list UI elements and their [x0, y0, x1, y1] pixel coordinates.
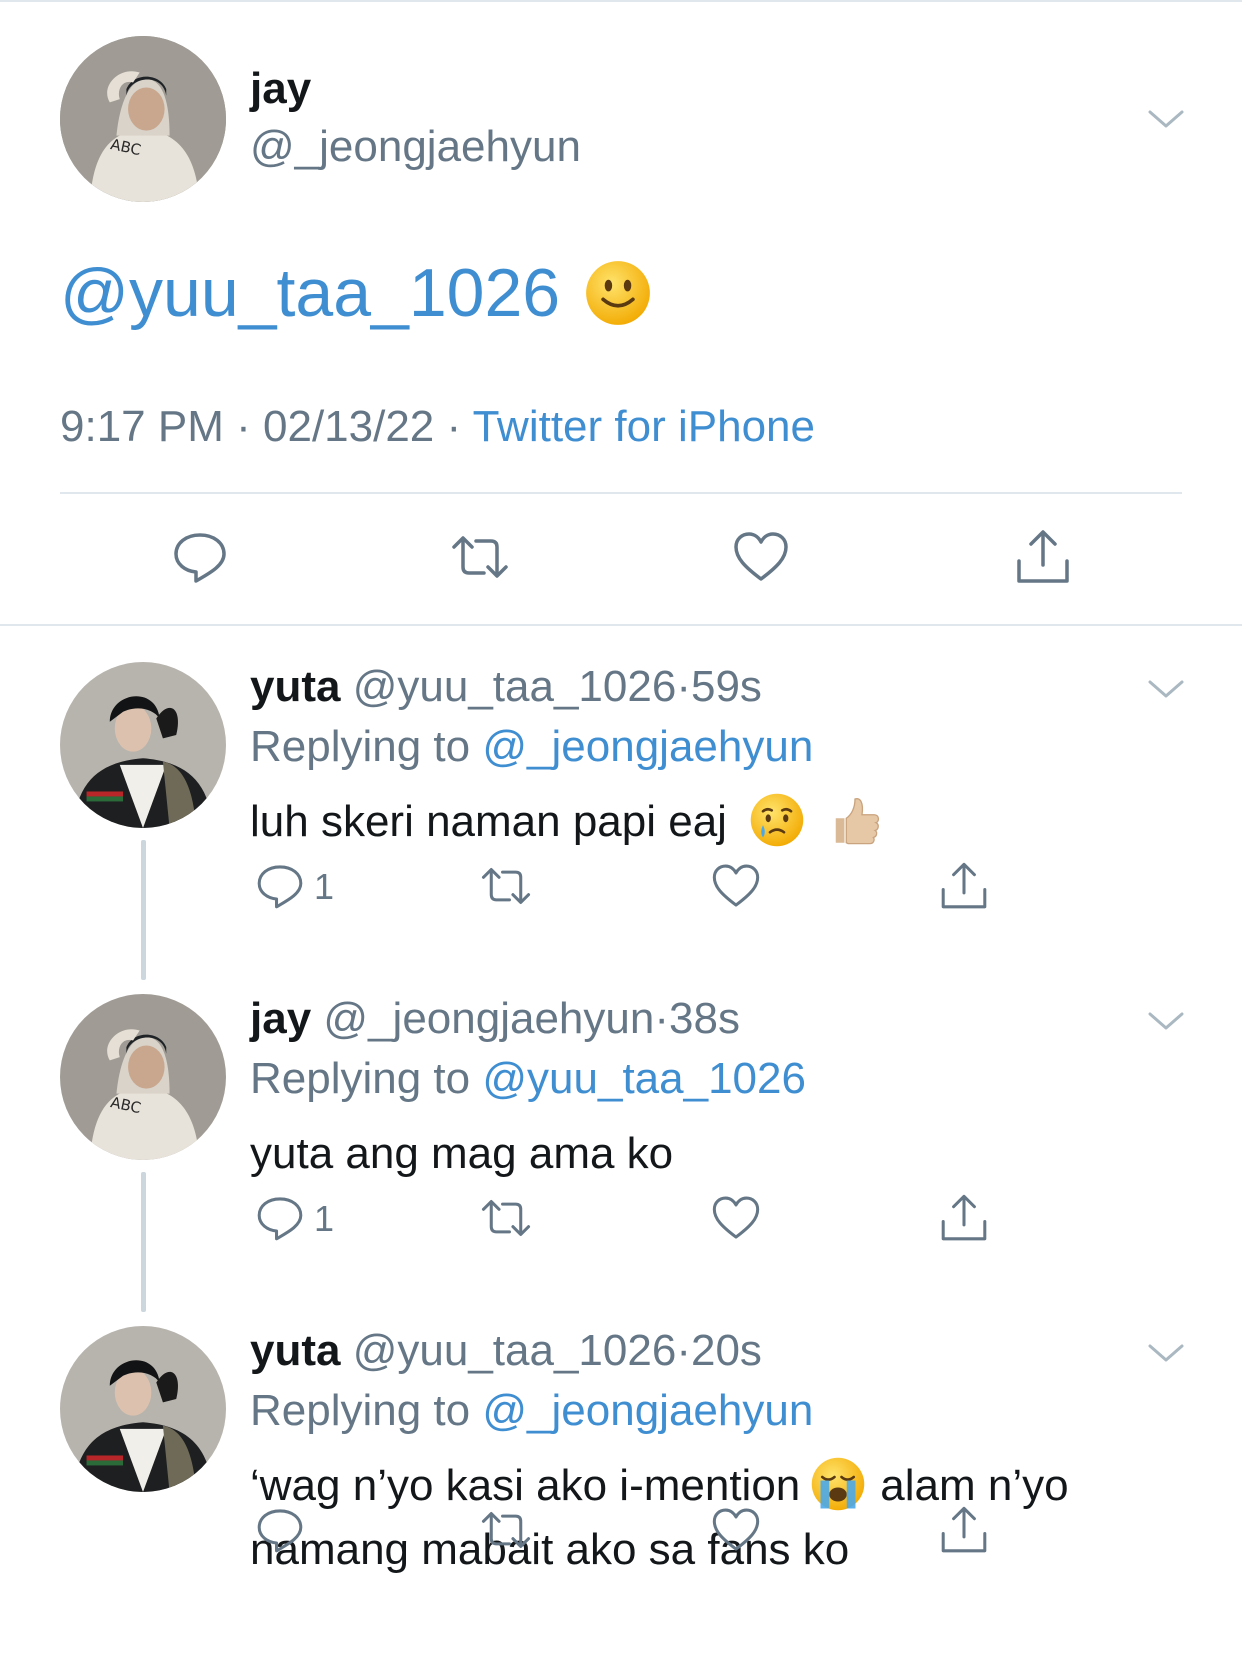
reply-icon[interactable]	[170, 527, 230, 587]
avatar-yuta[interactable]	[60, 1326, 226, 1492]
replying-to-line: Replying to @_jeongjaehyun	[250, 722, 813, 772]
reply-tweet[interactable]: yuta @yuu_taa_1026·20s Replying to @_jeo…	[0, 1326, 1242, 1666]
main-tweet: ABC jay @_jeongjaehyun @yuu_taa_1026 9:1…	[0, 0, 1242, 627]
replying-to-link[interactable]: @yuu_taa_1026	[482, 1054, 806, 1103]
reply-author-name[interactable]: yuta	[250, 662, 340, 711]
reply-action-bar	[0, 1504, 1242, 1560]
author-name[interactable]: jay	[250, 64, 311, 114]
reply-header: yuta @yuu_taa_1026·20s	[250, 1326, 762, 1376]
reply-author-name[interactable]: yuta	[250, 1326, 340, 1375]
reply-age: 59s	[690, 662, 762, 711]
replying-to-line: Replying to @yuu_taa_1026	[250, 1054, 806, 1104]
retweet-icon[interactable]	[480, 860, 532, 912]
retweet-icon[interactable]	[480, 1192, 532, 1244]
meta-separator: ·	[446, 402, 462, 451]
author-handle[interactable]: @_jeongjaehyun	[250, 122, 581, 172]
thumbs-up-icon	[827, 792, 883, 848]
reply-author-handle[interactable]: @yuu_taa_1026	[353, 1326, 677, 1375]
retweet-icon[interactable]	[450, 527, 510, 587]
avatar-jay[interactable]: ABC	[60, 994, 226, 1160]
share-icon[interactable]	[1013, 527, 1073, 587]
reply-text-body: luh skeri naman papi eaj	[250, 797, 727, 846]
reply-text: yuta ang mag ama ko	[250, 1122, 1200, 1186]
like-heart-icon[interactable]	[731, 527, 791, 587]
tweet-source-link[interactable]: Twitter for iPhone	[473, 402, 815, 451]
tweet-text: @yuu_taa_1026	[60, 254, 652, 332]
crying-face-icon	[749, 792, 805, 848]
replying-to-link[interactable]: @_jeongjaehyun	[482, 722, 813, 771]
meta-separator: ·	[676, 662, 691, 711]
replying-to-line: Replying to @_jeongjaehyun	[250, 1386, 813, 1436]
slightly-smiling-face-icon	[584, 259, 652, 327]
meta-separator: ·	[236, 402, 251, 451]
tweet-date: 02/13/22	[263, 402, 435, 451]
retweet-icon[interactable]	[480, 1504, 532, 1556]
chevron-down-icon[interactable]	[1146, 1006, 1186, 1036]
reply-header: jay @_jeongjaehyun·38s	[250, 994, 740, 1044]
like-heart-icon[interactable]	[710, 860, 762, 912]
divider	[60, 492, 1182, 494]
like-heart-icon[interactable]	[710, 1192, 762, 1244]
replying-to-label: Replying to	[250, 1054, 471, 1103]
chevron-down-icon[interactable]	[1146, 104, 1186, 134]
reply-icon[interactable]	[254, 1504, 306, 1556]
reply-tweet[interactable]: yuta @yuu_taa_1026·59s Replying to @_jeo…	[0, 662, 1242, 982]
mention-link[interactable]: @yuu_taa_1026	[60, 254, 560, 332]
reply-action-bar: 1	[0, 860, 1242, 916]
divider	[0, 624, 1242, 626]
reply-text-body: ‘wag n’yo kasi ako i-mention	[250, 1461, 801, 1510]
reply-text-continued: alam n’yo	[880, 1461, 1069, 1510]
replying-to-label: Replying to	[250, 1386, 471, 1435]
reply-age: 20s	[690, 1326, 762, 1375]
reply-header: yuta @yuu_taa_1026·59s	[250, 662, 762, 712]
main-action-bar	[0, 527, 1242, 591]
reply-age: 38s	[669, 994, 740, 1043]
reply-icon[interactable]	[254, 860, 306, 912]
meta-separator: ·	[654, 994, 669, 1043]
avatar-image	[60, 662, 226, 828]
avatar-image	[60, 1326, 226, 1492]
like-heart-icon[interactable]	[710, 1504, 762, 1556]
chevron-down-icon[interactable]	[1146, 674, 1186, 704]
reply-icon[interactable]	[254, 1192, 306, 1244]
reply-text: luh skeri naman papi eaj	[250, 790, 1200, 854]
avatar-image: ABC	[60, 36, 226, 202]
share-icon[interactable]	[938, 860, 990, 912]
reply-count: 1	[314, 866, 335, 907]
avatar-yuta[interactable]	[60, 662, 226, 828]
chevron-down-icon[interactable]	[1146, 1338, 1186, 1368]
share-icon[interactable]	[938, 1504, 990, 1556]
tweet-time: 9:17 PM	[60, 402, 224, 451]
replying-to-label: Replying to	[250, 722, 471, 771]
reply-author-handle[interactable]: @yuu_taa_1026	[353, 662, 677, 711]
reply-text-body: yuta ang mag ama ko	[250, 1129, 674, 1178]
reply-author-handle[interactable]: @_jeongjaehyun	[323, 994, 654, 1043]
share-icon[interactable]	[938, 1192, 990, 1244]
tweet-meta: 9:17 PM · 02/13/22 · Twitter for iPhone	[60, 402, 815, 452]
reply-author-name[interactable]: jay	[250, 994, 311, 1043]
reply-tweet[interactable]: ABC jay @_jeongjaehyun·38s Replying to @…	[0, 994, 1242, 1314]
avatar-jay[interactable]: ABC	[60, 36, 226, 202]
meta-separator: ·	[676, 1326, 691, 1375]
avatar-image: ABC	[60, 994, 226, 1160]
replying-to-link[interactable]: @_jeongjaehyun	[482, 1386, 813, 1435]
reply-count: 1	[314, 1198, 335, 1239]
reply-action-bar: 1	[0, 1192, 1242, 1248]
